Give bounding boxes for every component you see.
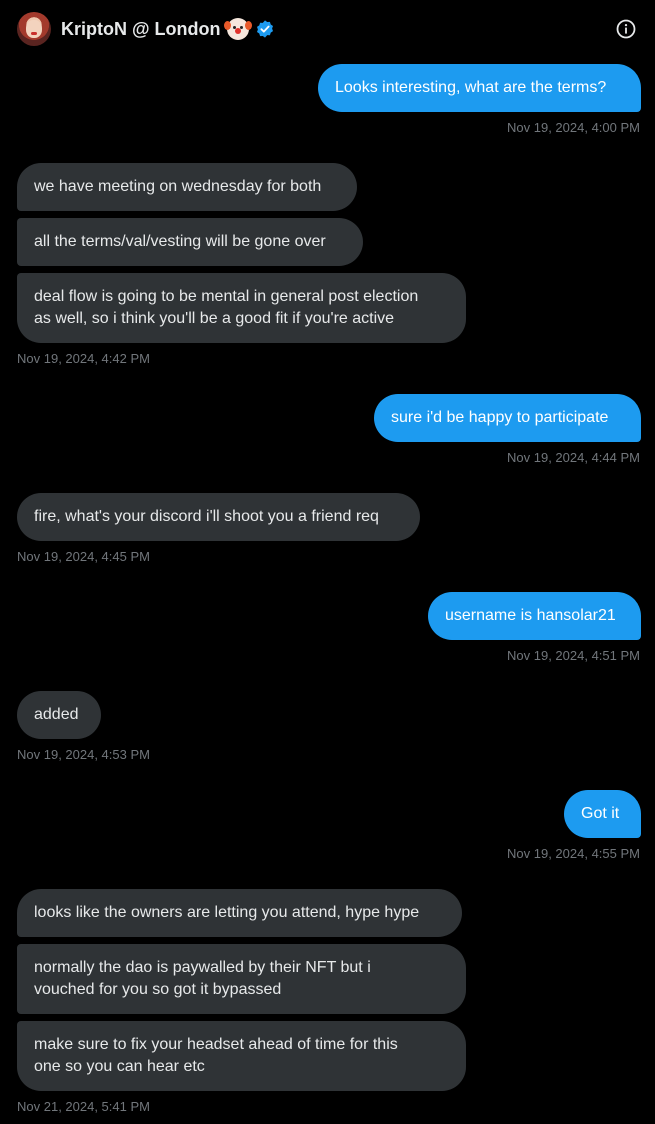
message-bubble-outgoing[interactable]: Looks interesting, what are the terms?	[318, 64, 641, 112]
conversation-header: KriptoN @ London	[0, 0, 655, 58]
message-timestamp: Nov 19, 2024, 4:45 PM	[17, 549, 150, 564]
message-timestamp: Nov 19, 2024, 4:55 PM	[507, 846, 640, 861]
message-bubble-incoming[interactable]: looks like the owners are letting you at…	[17, 889, 462, 937]
conversation-title[interactable]: KriptoN @ London	[61, 17, 275, 41]
message-text: looks like the owners are letting you at…	[34, 904, 420, 921]
message-timestamp: Nov 19, 2024, 4:53 PM	[17, 747, 150, 762]
verified-badge-icon	[256, 20, 273, 38]
message-text: Looks interesting, what are the terms?	[335, 79, 607, 96]
message-timestamp: Nov 21, 2024, 5:41 PM	[17, 1099, 150, 1114]
message-timestamp: Nov 19, 2024, 4:42 PM	[17, 351, 150, 366]
info-icon[interactable]	[615, 18, 637, 40]
message-text: username is hansolar21	[445, 607, 616, 624]
message-bubble-outgoing[interactable]: username is hansolar21	[428, 592, 641, 640]
avatar[interactable]	[17, 12, 51, 46]
message-bubble-outgoing[interactable]: Got it	[564, 790, 641, 838]
message-text: we have meeting on wednesday for both	[34, 178, 322, 195]
message-text: Got it	[581, 805, 620, 822]
message-bubble-incoming[interactable]: fire, what's your discord i'll shoot you…	[17, 493, 420, 541]
message-text: all the terms/val/vesting will be gone o…	[34, 233, 326, 250]
contact-name: KriptoN @ London	[61, 18, 221, 39]
message-timestamp: Nov 19, 2024, 4:51 PM	[507, 648, 640, 663]
message-bubble-incoming[interactable]: we have meeting on wednesday for both	[17, 163, 357, 211]
message-bubble-incoming[interactable]: make sure to fix your headset ahead of t…	[17, 1021, 466, 1091]
message-text: added	[34, 706, 79, 723]
message-bubble-incoming[interactable]: all the terms/val/vesting will be gone o…	[17, 218, 363, 266]
message-text: make sure to fix your headset ahead of t…	[34, 1036, 398, 1075]
message-bubble-outgoing[interactable]: sure i'd be happy to participate	[374, 394, 641, 442]
message-bubble-incoming[interactable]: deal flow is going to be mental in gener…	[17, 273, 466, 343]
avatar-face	[26, 20, 42, 38]
avatar-mouth	[31, 32, 37, 35]
clown-face-icon	[223, 18, 252, 40]
message-text: normally the dao is paywalled by their N…	[34, 959, 371, 998]
message-timestamp: Nov 19, 2024, 4:00 PM	[507, 120, 640, 135]
message-bubble-incoming[interactable]: normally the dao is paywalled by their N…	[17, 944, 466, 1014]
message-text: sure i'd be happy to participate	[391, 409, 609, 426]
message-text: fire, what's your discord i'll shoot you…	[34, 508, 379, 525]
message-timestamp: Nov 19, 2024, 4:44 PM	[507, 450, 640, 465]
message-bubble-incoming[interactable]: added	[17, 691, 101, 739]
message-text: deal flow is going to be mental in gener…	[34, 288, 419, 327]
